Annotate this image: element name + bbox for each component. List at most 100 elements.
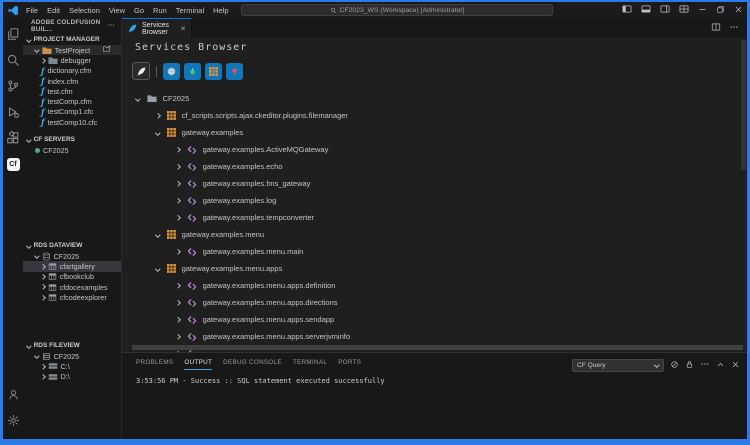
tree-item[interactable]: gateway.examples.menu.apps.sendapp — [122, 311, 739, 328]
close-panel-button[interactable] — [731, 356, 740, 374]
menu-view[interactable]: View — [109, 6, 125, 15]
tree-item-label: gateway.examples.menu.apps.definition — [203, 281, 336, 290]
coldfusion-tool-button[interactable] — [132, 62, 150, 80]
file-item[interactable]: ƒindex.cfm — [23, 76, 121, 86]
maximize-panel-button[interactable] — [716, 356, 725, 374]
menu-go[interactable]: Go — [134, 6, 144, 15]
tree-item[interactable]: gateway.examples — [122, 124, 739, 141]
sidebar-more-actions[interactable]: ··· — [108, 22, 115, 29]
gateway-services-button[interactable] — [205, 63, 222, 80]
tree-item-label: gateway.examples.menu.apps.sendapp — [203, 315, 335, 324]
component-icon — [187, 179, 197, 189]
activity-coldfusion-builder[interactable]: Cf — [3, 151, 23, 177]
web-services-button[interactable] — [163, 63, 180, 80]
menu-selection[interactable]: Selection — [69, 6, 100, 15]
add-folder-button[interactable] — [103, 45, 111, 55]
tree-item[interactable]: gateway.examples.menu.apps.directions — [122, 294, 739, 311]
activity-explorer[interactable] — [3, 21, 23, 47]
rds-dataview-header[interactable]: RDS DATAVIEW — [23, 240, 121, 251]
minimize-button[interactable] — [698, 5, 707, 16]
chevron-right-icon — [40, 364, 45, 369]
tree-item[interactable]: gateway.examples.echo — [122, 158, 739, 175]
file-item[interactable]: ƒtestComp.cfm — [23, 96, 121, 106]
menu-edit[interactable]: Edit — [47, 6, 60, 15]
file-item[interactable]: ƒtest.cfm — [23, 86, 121, 96]
activity-search[interactable] — [3, 47, 23, 73]
tab-services-browser[interactable]: Services Browser ✕ — [122, 18, 192, 38]
file-item[interactable]: ƒtestComp1.cfc — [23, 107, 121, 117]
customize-layout-icon — [679, 4, 689, 14]
tree-item[interactable]: gateway.examples.log — [122, 192, 739, 209]
package-icon — [167, 264, 176, 273]
component-icon — [187, 332, 197, 342]
more-actions-button[interactable] — [700, 356, 710, 374]
more-actions-button[interactable] — [729, 19, 739, 37]
customize-layout-button[interactable] — [679, 4, 689, 16]
tree-item[interactable]: gateway.examples.tempconverter — [122, 209, 739, 226]
toggle-secondary-sidebar-button[interactable] — [660, 4, 670, 16]
tree-item[interactable]: gateway.examples.menu.main — [122, 243, 739, 260]
folder-icon — [42, 46, 52, 55]
split-editor-button[interactable] — [711, 19, 721, 37]
output-channel-select[interactable]: CF Query — [572, 359, 664, 372]
folder-item-debugger[interactable]: debugger — [23, 55, 121, 65]
activity-source-control[interactable] — [3, 73, 23, 99]
data-services-button[interactable] — [226, 63, 243, 80]
file-item[interactable]: ƒdictionary.cfm — [23, 66, 121, 76]
package-icon — [167, 111, 176, 120]
fileview-server-cf2025[interactable]: CF2025 — [23, 351, 121, 361]
panel-tab-output[interactable]: OUTPUT — [184, 353, 212, 372]
chevron-down-icon — [155, 266, 160, 271]
tree-item[interactable]: gateway.examples.ActiveMQGateway — [122, 141, 739, 158]
menu-run[interactable]: Run — [153, 6, 167, 15]
menu-terminal[interactable]: Terminal — [176, 6, 204, 15]
project-manager-header[interactable]: PROJECT MANAGER — [23, 34, 121, 45]
close-tab-icon[interactable]: ✕ — [180, 25, 186, 33]
database-item-cfartgallery[interactable]: cfartgallery — [23, 261, 121, 271]
horizontal-scrollbar[interactable] — [132, 345, 743, 350]
panel-tab-ports[interactable]: PORTS — [338, 353, 361, 372]
menu-help[interactable]: Help — [213, 6, 228, 15]
menu-file[interactable]: File — [26, 6, 38, 15]
server-rack-icon — [42, 352, 51, 361]
file-item[interactable]: ƒtestComp10.cfc — [23, 117, 121, 127]
restore-button[interactable] — [716, 5, 725, 16]
toggle-primary-sidebar-button[interactable] — [622, 4, 632, 16]
activity-accounts[interactable] — [3, 381, 23, 407]
tree-item[interactable]: gateway.examples.menu.apps — [122, 260, 739, 277]
server-item-cf2025[interactable]: CF2025 — [23, 145, 121, 155]
close-button[interactable] — [734, 5, 743, 16]
cf-servers-header[interactable]: CF SERVERS — [23, 134, 121, 145]
dataview-server-cf2025[interactable]: CF2025 — [23, 251, 121, 261]
database-item-cfcodeexplorer[interactable]: cfcodeexplorer — [23, 292, 121, 302]
drive-item[interactable]: D:\ — [23, 372, 121, 382]
vscode-logo-icon — [8, 5, 19, 16]
tree-item[interactable]: cf_scripts.scripts.ajax.ckeditor.plugins… — [122, 107, 739, 124]
tree-item[interactable]: gateway.examples.menu — [122, 226, 739, 243]
lock-scroll-button[interactable] — [685, 356, 694, 374]
component-icon — [187, 315, 197, 325]
tree-item[interactable]: CF2025 — [122, 90, 739, 107]
tree-item[interactable]: gateway.examples.menu.apps.serverjvminfo — [122, 328, 739, 345]
database-item-cfbookclub[interactable]: cfbookclub — [23, 272, 121, 282]
tree-item[interactable]: gateway.examples.fms_gateway — [122, 175, 739, 192]
panel-tab-debug-console[interactable]: DEBUG CONSOLE — [223, 353, 282, 372]
panel-tab-problems[interactable]: PROBLEMS — [136, 353, 173, 372]
command-center-search[interactable]: CF2023_WS (Workspace) [Administrator] — [241, 4, 553, 16]
activity-extensions[interactable] — [3, 125, 23, 151]
tree-item[interactable]: gateway.examples.menu.apps.definition — [122, 277, 739, 294]
drive-item[interactable]: C:\ — [23, 361, 121, 371]
panel-controls: CF Query — [572, 356, 740, 374]
activity-run-and-debug[interactable] — [3, 99, 23, 125]
chevron-right-icon — [175, 181, 180, 186]
rest-services-button[interactable] — [184, 63, 201, 80]
server-online-icon — [35, 148, 40, 153]
panel-tab-terminal[interactable]: TERMINAL — [293, 353, 327, 372]
project-item-testproject[interactable]: TestProject — [23, 45, 121, 55]
database-item-cfdocexamples[interactable]: cfdocexamples — [23, 282, 121, 292]
toggle-panel-button[interactable] — [641, 4, 651, 16]
clear-output-button[interactable] — [670, 356, 679, 374]
activity-manage-settings[interactable] — [3, 407, 23, 433]
rds-fileview-header[interactable]: RDS FILEVIEW — [23, 340, 121, 351]
vertical-scrollbar[interactable] — [741, 40, 746, 170]
